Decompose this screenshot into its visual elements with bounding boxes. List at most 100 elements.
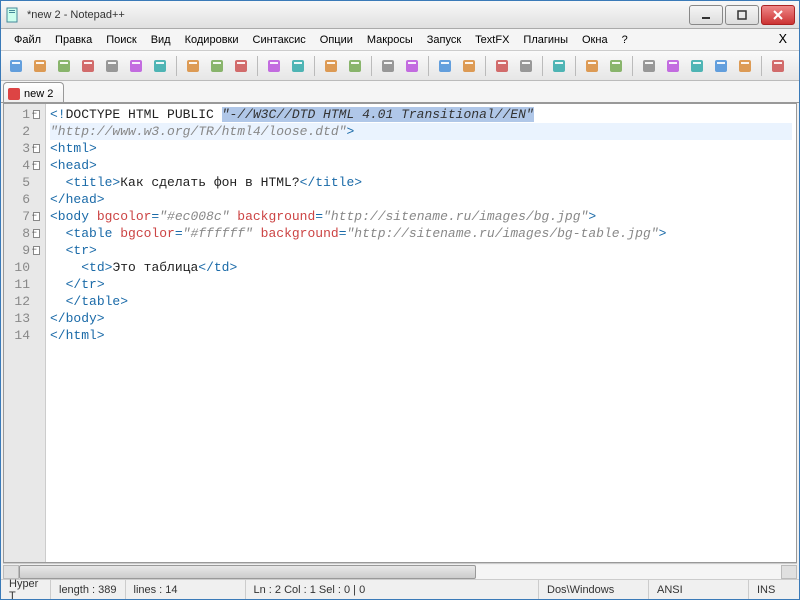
code-line[interactable]: <!DOCTYPE HTML PUBLIC "-//W3C//DTD HTML … (50, 106, 792, 123)
horizontal-scrollbar[interactable] (3, 563, 797, 579)
app-window: *new 2 - Notepad++ Файл Правка Поиск Вид… (0, 0, 800, 600)
save-icon[interactable] (53, 55, 75, 77)
open-file-icon[interactable] (29, 55, 51, 77)
line-number: 11 (4, 276, 33, 293)
cut-icon[interactable] (182, 55, 204, 77)
status-eol: Dos\Windows (539, 580, 649, 599)
code-editor[interactable]: <!DOCTYPE HTML PUBLIC "-//W3C//DTD HTML … (46, 104, 796, 562)
fold-gutter (33, 191, 45, 208)
new-file-icon[interactable] (5, 55, 27, 77)
tab-new-2[interactable]: new 2 (3, 82, 64, 102)
editor-area: 1234567891011121314 <!DOCTYPE HTML PUBLI… (3, 103, 797, 563)
fold-marker-icon[interactable] (33, 140, 45, 157)
code-line[interactable]: </tr> (50, 276, 792, 293)
indent-guide-icon[interactable] (548, 55, 570, 77)
code-line[interactable]: </head> (50, 191, 792, 208)
code-line[interactable]: <tr> (50, 242, 792, 259)
menu-help[interactable]: ? (615, 31, 635, 49)
menu-file[interactable]: Файл (7, 31, 48, 49)
line-number: 4 (4, 157, 33, 174)
menu-macros[interactable]: Макросы (360, 31, 420, 49)
file-modified-icon (8, 88, 20, 100)
record-icon[interactable] (638, 55, 660, 77)
status-length: length : 389 (51, 580, 126, 599)
line-number: 1 (4, 106, 33, 123)
line-number: 6 (4, 191, 33, 208)
fold-gutter (33, 276, 45, 293)
menu-bar: Файл Правка Поиск Вид Кодировки Синтакси… (1, 29, 799, 51)
fold-gutter (33, 293, 45, 310)
code-line[interactable]: </html> (50, 327, 792, 344)
close-icon[interactable] (101, 55, 123, 77)
document-close-x[interactable]: X (773, 32, 793, 48)
tab-label: new 2 (24, 88, 53, 100)
menu-search[interactable]: Поиск (99, 31, 143, 49)
sync-h-icon[interactable] (458, 55, 480, 77)
toolbar (1, 51, 799, 81)
save-all-icon[interactable] (77, 55, 99, 77)
fold-gutter (33, 123, 45, 140)
menu-edit[interactable]: Правка (48, 31, 99, 49)
zoom-in-icon[interactable] (377, 55, 399, 77)
maximize-button[interactable] (725, 5, 759, 25)
play-icon[interactable] (686, 55, 708, 77)
code-line[interactable]: <body bgcolor="#ec008c" background="http… (50, 208, 792, 225)
code-line[interactable]: "http://www.w3.org/TR/html4/loose.dtd"> (50, 123, 792, 140)
menu-encoding[interactable]: Кодировки (178, 31, 246, 49)
fold-marker-icon[interactable] (33, 208, 45, 225)
redo-icon[interactable] (287, 55, 309, 77)
fold-marker-icon[interactable] (33, 225, 45, 242)
status-encoding: ANSI (649, 580, 749, 599)
fold-marker-icon[interactable] (33, 157, 45, 174)
close-all-icon[interactable] (125, 55, 147, 77)
close-button[interactable] (761, 5, 795, 25)
fold-gutter (33, 259, 45, 276)
scroll-right-arrow[interactable] (781, 565, 797, 579)
menu-windows[interactable]: Окна (575, 31, 615, 49)
code-line[interactable]: </table> (50, 293, 792, 310)
undo-icon[interactable] (263, 55, 285, 77)
line-number: 7 (4, 208, 33, 225)
scroll-left-arrow[interactable] (3, 565, 19, 579)
stop-icon[interactable] (662, 55, 684, 77)
save-macro-icon[interactable] (734, 55, 756, 77)
line-number: 3 (4, 140, 33, 157)
replace-icon[interactable] (344, 55, 366, 77)
print-icon[interactable] (149, 55, 171, 77)
code-line[interactable]: <table bgcolor="#ffffff" background="htt… (50, 225, 792, 242)
code-line[interactable]: </body> (50, 310, 792, 327)
code-line[interactable]: <head> (50, 157, 792, 174)
copy-icon[interactable] (206, 55, 228, 77)
code-line[interactable]: <html> (50, 140, 792, 157)
code-line[interactable]: <title>Как сделать фон в HTML?</title> (50, 174, 792, 191)
spellcheck-icon[interactable] (767, 55, 789, 77)
scroll-track[interactable] (19, 565, 781, 579)
fold-marker-icon[interactable] (33, 242, 45, 259)
menu-view[interactable]: Вид (144, 31, 178, 49)
tab-bar: new 2 (1, 81, 799, 103)
app-icon (5, 7, 21, 23)
title-bar: *new 2 - Notepad++ (1, 1, 799, 29)
menu-plugins[interactable]: Плагины (516, 31, 575, 49)
show-all-icon[interactable] (515, 55, 537, 77)
menu-run[interactable]: Запуск (420, 31, 468, 49)
fold-gutter (33, 174, 45, 191)
menu-options[interactable]: Опции (313, 31, 360, 49)
sync-v-icon[interactable] (434, 55, 456, 77)
fold-marker-icon[interactable] (33, 106, 45, 123)
minimize-button[interactable] (689, 5, 723, 25)
folder-icon[interactable] (605, 55, 627, 77)
line-number: 2 (4, 123, 33, 140)
line-number: 12 (4, 293, 33, 310)
find-icon[interactable] (320, 55, 342, 77)
menu-textfx[interactable]: TextFX (468, 31, 516, 49)
code-line[interactable]: <td>Это таблица</td> (50, 259, 792, 276)
scroll-thumb[interactable] (19, 565, 476, 579)
menu-syntax[interactable]: Синтаксис (246, 31, 313, 49)
user-lang-icon[interactable] (581, 55, 603, 77)
paste-icon[interactable] (230, 55, 252, 77)
zoom-out-icon[interactable] (401, 55, 423, 77)
status-lines: lines : 14 (126, 580, 246, 599)
word-wrap-icon[interactable] (491, 55, 513, 77)
play-mult-icon[interactable] (710, 55, 732, 77)
